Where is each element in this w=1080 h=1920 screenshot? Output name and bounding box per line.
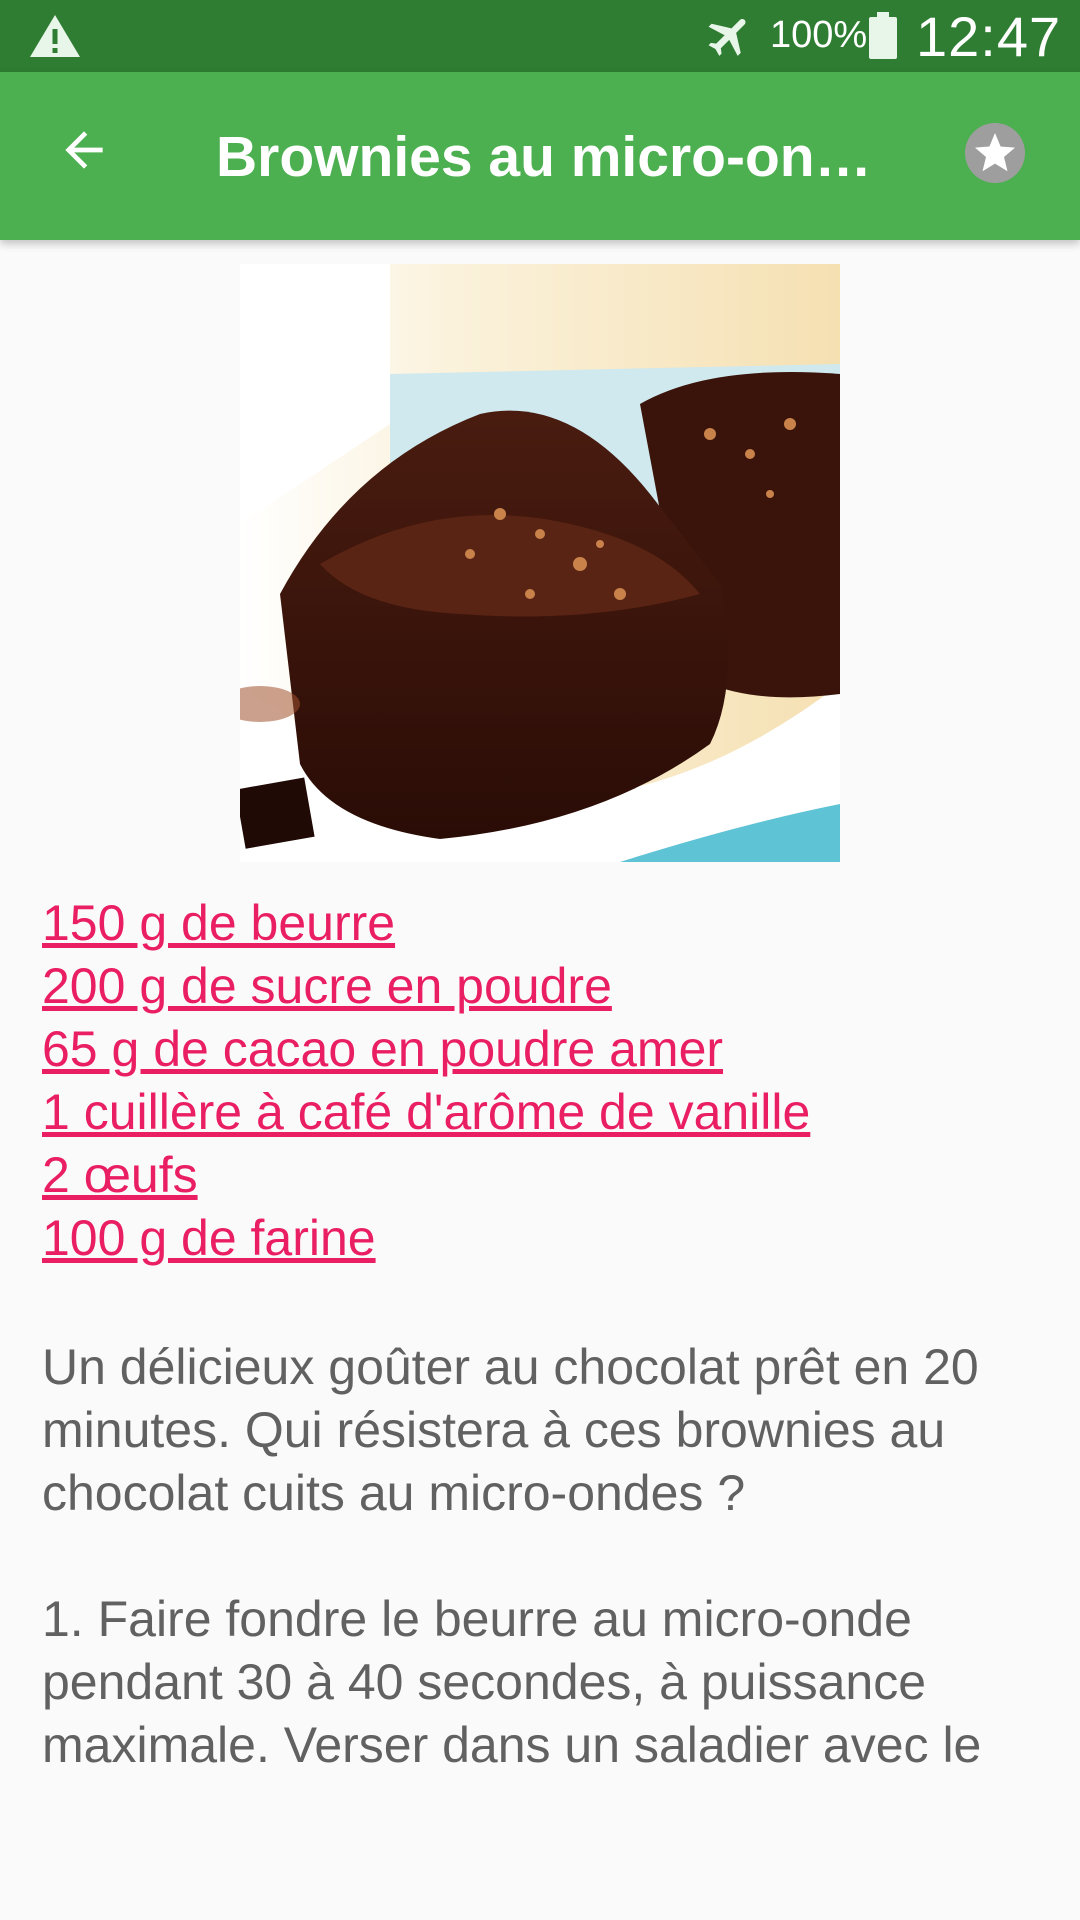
recipe-instructions: 1. Faire fondre le beurre au micro-onde …: [42, 1591, 982, 1773]
ingredient-list: 150 g de beurre 200 g de sucre en poudre…: [42, 892, 1042, 1270]
ingredient-link[interactable]: 65 g de cacao en poudre amer: [42, 1018, 1042, 1081]
ingredient-link[interactable]: 150 g de beurre: [42, 892, 1042, 955]
ingredient-link[interactable]: 2 œufs: [42, 1144, 1042, 1207]
clock: 12:47: [916, 5, 1062, 68]
recipe-photo: [240, 264, 840, 862]
ingredient-link[interactable]: 200 g de sucre en poudre: [42, 955, 1042, 1018]
star-icon: [963, 121, 1027, 190]
ingredient-link[interactable]: 1 cuillère à café d'arôme de vanille: [42, 1081, 1042, 1144]
airplane-mode-icon: [704, 10, 756, 62]
arrow-left-icon: [56, 122, 112, 183]
page-title: Brownies au micro-ondes: [216, 125, 876, 189]
back-button[interactable]: [44, 112, 124, 192]
warning-icon: [28, 12, 82, 60]
favorite-button[interactable]: [960, 120, 1030, 190]
recipe-description: Un délicieux goûter au chocolat prêt en …: [42, 1339, 979, 1521]
battery-icon: [866, 10, 900, 62]
status-bar: 100% 12:47: [0, 0, 1080, 72]
battery-percentage: 100%: [770, 14, 868, 56]
ingredient-link[interactable]: 100 g de farine: [42, 1207, 1042, 1270]
